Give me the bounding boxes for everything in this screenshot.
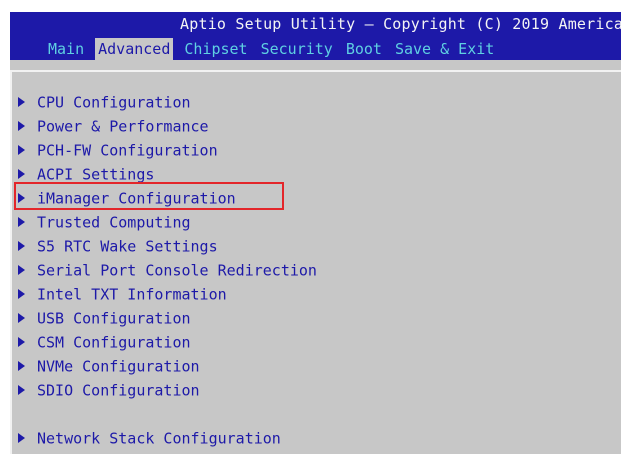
menu-item-usb-configuration[interactable]: USB Configuration xyxy=(18,307,191,329)
right-triangle-icon xyxy=(18,288,25,299)
tab-save-exit[interactable]: Save & Exit xyxy=(393,38,496,60)
menu-item-network-stack-configuration[interactable]: Network Stack Configuration xyxy=(18,427,281,449)
menu-item-nvme-configuration[interactable]: NVMe Configuration xyxy=(18,355,200,377)
right-triangle-icon xyxy=(18,144,25,155)
menu-item-label: NVMe Configuration xyxy=(37,357,200,376)
right-triangle-icon xyxy=(18,192,25,203)
menu-item-label: Trusted Computing xyxy=(37,213,191,232)
menu-item-label: USB Configuration xyxy=(37,309,191,328)
tab-chipset[interactable]: Chipset xyxy=(182,38,249,60)
tab-main[interactable]: Main xyxy=(46,38,86,60)
menu-item-label: Intel TXT Information xyxy=(37,285,227,304)
menu-item-label: Network Stack Configuration xyxy=(37,429,281,448)
tab-bar: Main Advanced Chipset Security Boot Save & Ex… xyxy=(46,38,505,60)
right-triangle-icon xyxy=(18,216,25,227)
menu-item-label: SDIO Configuration xyxy=(37,381,200,400)
right-triangle-icon xyxy=(18,384,25,395)
bios-setup-screen: Aptio Setup Utility – Copyright (C) 2019… xyxy=(10,12,621,454)
panel-left-border xyxy=(10,70,12,454)
menu-item-label: PCH-FW Configuration xyxy=(37,141,218,160)
window-title: Aptio Setup Utility – Copyright (C) 2019… xyxy=(180,15,621,33)
menu-item-label: Serial Port Console Redirection xyxy=(37,261,317,280)
right-triangle-icon xyxy=(18,240,25,251)
menu-item-label: iManager Configuration xyxy=(37,189,236,208)
menu-item-csm-configuration[interactable]: CSM Configuration xyxy=(18,331,191,353)
menu-item-cpu-configuration[interactable]: CPU Configuration xyxy=(18,91,191,113)
menu-item-acpi-settings[interactable]: ACPI Settings xyxy=(18,163,154,185)
right-triangle-icon xyxy=(18,312,25,323)
menu-item-label: CPU Configuration xyxy=(37,93,191,112)
menu-item-imanager-configuration[interactable]: iManager Configuration xyxy=(18,187,236,209)
right-triangle-icon xyxy=(18,264,25,275)
menu-item-serial-port-console-redirection[interactable]: Serial Port Console Redirection xyxy=(18,259,317,281)
right-triangle-icon xyxy=(18,96,25,107)
menu-item-s5-rtc-wake-settings[interactable]: S5 RTC Wake Settings xyxy=(18,235,218,257)
menu-item-trusted-computing[interactable]: Trusted Computing xyxy=(18,211,191,233)
tab-security[interactable]: Security xyxy=(259,38,335,60)
right-triangle-icon xyxy=(18,336,25,347)
right-triangle-icon xyxy=(18,168,25,179)
menu-item-power-performance[interactable]: Power & Performance xyxy=(18,115,209,137)
menu-item-label: ACPI Settings xyxy=(37,165,155,184)
tab-advanced[interactable]: Advanced xyxy=(95,38,174,60)
menu-item-sdio-configuration[interactable]: SDIO Configuration xyxy=(18,379,200,401)
menu-item-pch-fw-configuration[interactable]: PCH-FW Configuration xyxy=(18,139,218,161)
right-triangle-icon xyxy=(18,360,25,371)
menu-item-label: S5 RTC Wake Settings xyxy=(37,237,218,256)
menu-item-label: Power & Performance xyxy=(37,117,209,136)
title-bar: Aptio Setup Utility – Copyright (C) 2019… xyxy=(10,12,621,60)
menu-item-label: CSM Configuration xyxy=(37,333,191,352)
tab-boot[interactable]: Boot xyxy=(344,38,384,60)
right-triangle-icon xyxy=(18,432,25,443)
menu-item-intel-txt-information[interactable]: Intel TXT Information xyxy=(18,283,227,305)
right-triangle-icon xyxy=(18,120,25,131)
advanced-menu-panel: CPU Configuration Power & Performance PC… xyxy=(10,60,621,454)
panel-top-border xyxy=(10,70,621,72)
screenshot-canvas: Aptio Setup Utility – Copyright (C) 2019… xyxy=(0,0,621,454)
